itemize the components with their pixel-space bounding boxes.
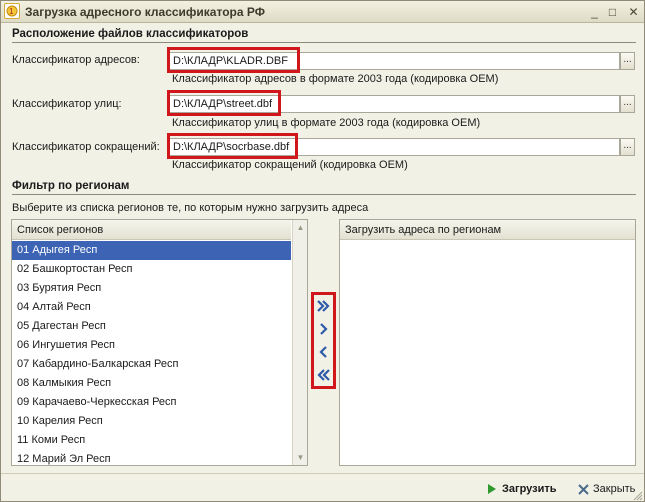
remove-button[interactable] (314, 341, 333, 363)
abbrev-classifier-field[interactable] (169, 138, 620, 156)
add-all-button[interactable] (314, 295, 333, 317)
street-classifier-input[interactable] (173, 98, 613, 110)
minimize-icon[interactable]: _ (586, 4, 603, 20)
abbrev-classifier-label: Классификатор сокращений: (12, 141, 160, 153)
street-classifier-description: Классификатор улиц в формате 2003 года (… (172, 117, 481, 129)
section-divider (12, 42, 636, 43)
list-item[interactable]: 04 Алтай Респ (12, 298, 291, 317)
list-item[interactable]: 06 Ингушетия Респ (12, 336, 291, 355)
address-browse-button[interactable]: ... (620, 52, 635, 70)
files-section-title: Расположение файлов классификаторов (12, 28, 249, 40)
target-regions-list[interactable]: Загрузить адреса по регионам (339, 219, 636, 466)
section-divider (12, 194, 636, 195)
title-bar[interactable]: 1 Загрузка адресного классификатора РФ _… (1, 1, 644, 23)
list-item[interactable]: 10 Карелия Респ (12, 412, 291, 431)
scroll-up-icon[interactable]: ▲ (293, 220, 307, 235)
dialog-window: 1 Загрузка адресного классификатора РФ _… (0, 0, 645, 502)
regions-list[interactable]: Список регионов 01 Адыгея Респ 02 Башкорт… (11, 219, 308, 466)
chevron-right-icon (320, 323, 328, 335)
scroll-down-icon[interactable]: ▼ (293, 450, 307, 465)
list-item[interactable]: 08 Калмыкия Респ (12, 374, 291, 393)
app-icon: 1 (4, 3, 20, 19)
chevron-left-icon (319, 346, 327, 358)
close-button-label: Закрыть (593, 483, 636, 495)
street-browse-button[interactable]: ... (620, 95, 635, 113)
regions-scrollbar[interactable]: ▲ ▼ (292, 220, 307, 465)
play-icon (488, 484, 496, 494)
address-classifier-field[interactable] (169, 52, 620, 70)
svg-text:1: 1 (9, 7, 14, 16)
list-item[interactable]: 02 Башкортостан Респ (12, 260, 291, 279)
double-chevron-right-icon (317, 300, 330, 312)
list-item[interactable]: 09 Карачаево-Черкесская Респ (12, 393, 291, 412)
resize-grip-icon[interactable] (633, 491, 643, 501)
regions-list-header: Список регионов (12, 220, 291, 240)
window-title: Загрузка адресного классификатора РФ (25, 5, 265, 19)
add-button[interactable] (314, 318, 333, 340)
remove-all-button[interactable] (314, 364, 333, 386)
maximize-icon[interactable]: □ (604, 4, 621, 20)
close-x-icon (578, 484, 589, 495)
address-classifier-description: Классификатор адресов в формате 2003 год… (172, 73, 499, 85)
abbrev-browse-button[interactable]: ... (620, 138, 635, 156)
list-item[interactable]: 11 Коми Респ (12, 431, 291, 450)
list-item[interactable]: 07 Кабардино-Балкарская Респ (12, 355, 291, 374)
filter-section-title: Фильтр по регионам (12, 180, 130, 192)
footer-divider (1, 473, 644, 474)
regions-list-items: 01 Адыгея Респ 02 Башкортостан Респ 03 Бур… (12, 241, 291, 465)
abbrev-classifier-description: Классификатор сокращений (кодировка OEM) (172, 159, 408, 171)
address-classifier-label: Классификатор адресов: (12, 54, 140, 66)
street-classifier-label: Классификатор улиц: (12, 98, 122, 110)
address-classifier-input[interactable] (173, 55, 613, 67)
target-list-header: Загрузить адреса по регионам (340, 220, 635, 240)
list-item[interactable]: 01 Адыгея Респ (12, 241, 291, 260)
filter-note: Выберите из списка регионов те, по котор… (12, 202, 369, 214)
list-item[interactable]: 03 Бурятия Респ (12, 279, 291, 298)
abbrev-classifier-input[interactable] (173, 141, 613, 153)
double-chevron-left-icon (317, 369, 330, 381)
street-classifier-field[interactable] (169, 95, 620, 113)
load-button-label: Загрузить (502, 483, 557, 495)
list-item[interactable]: 12 Марий Эл Респ (12, 450, 291, 465)
close-icon[interactable]: ✕ (625, 4, 642, 20)
list-item[interactable]: 05 Дагестан Респ (12, 317, 291, 336)
